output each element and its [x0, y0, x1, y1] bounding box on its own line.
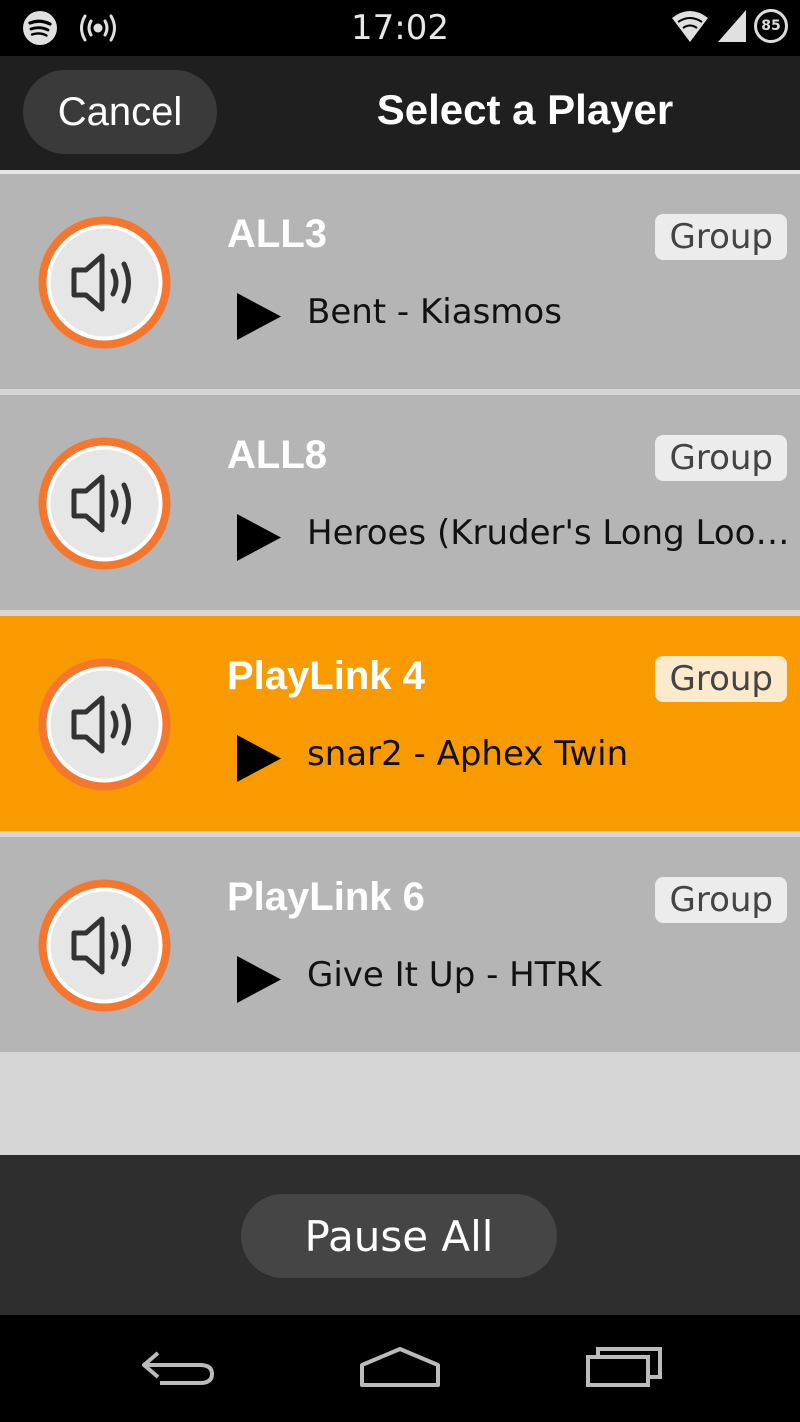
pause-all-button[interactable]: Pause All [241, 1194, 557, 1278]
player-name: PlayLink 4 [227, 654, 425, 698]
track-title: Heroes (Kruder's Long Loose… [307, 513, 790, 553]
group-button[interactable]: Group [655, 214, 787, 260]
track-title: Bent - Kiasmos [307, 292, 562, 332]
nav-bar [0, 1315, 800, 1422]
speaker-icon [38, 216, 171, 349]
play-icon [237, 735, 281, 782]
player-row[interactable]: ALL3 Group Bent - Kiasmos [0, 174, 800, 389]
player-row[interactable]: PlayLink 6 Group Give It Up - HTRK [0, 837, 800, 1052]
track-title: snar2 - Aphex Twin [307, 734, 629, 774]
page-title: Select a Player [376, 86, 674, 133]
track-title: Give It Up - HTRK [307, 955, 602, 995]
bottom-bar: Pause All [0, 1155, 800, 1315]
group-button[interactable]: Group [655, 656, 787, 702]
header: Cancel Select a Player [0, 56, 800, 170]
player-row[interactable]: PlayLink 4 Group snar2 - Aphex Twin [0, 616, 800, 831]
home-icon[interactable] [358, 1343, 442, 1391]
group-button[interactable]: Group [655, 877, 787, 923]
battery-level: 85 [761, 18, 781, 34]
player-name: ALL8 [227, 433, 327, 477]
battery-icon: 85 [754, 9, 788, 43]
player-name: PlayLink 6 [227, 875, 425, 919]
recents-icon[interactable] [584, 1343, 664, 1391]
speaker-icon [38, 879, 171, 1012]
play-icon [237, 514, 281, 561]
status-right: 85 [670, 8, 788, 44]
play-icon [237, 293, 281, 340]
cancel-button[interactable]: Cancel [23, 70, 217, 154]
speaker-icon [38, 658, 171, 791]
status-bar: 17:02 85 [0, 0, 800, 56]
play-icon [237, 956, 281, 1003]
speaker-icon [38, 437, 171, 570]
group-button[interactable]: Group [655, 435, 787, 481]
player-row[interactable]: ALL8 Group Heroes (Kruder's Long Loose… [0, 395, 800, 610]
player-list: ALL3 Group Bent - Kiasmos ALL8 Group Her… [0, 174, 800, 1058]
back-icon[interactable] [138, 1343, 218, 1391]
signal-icon [718, 10, 746, 42]
player-name: ALL3 [227, 212, 327, 256]
wifi-icon [672, 11, 708, 42]
